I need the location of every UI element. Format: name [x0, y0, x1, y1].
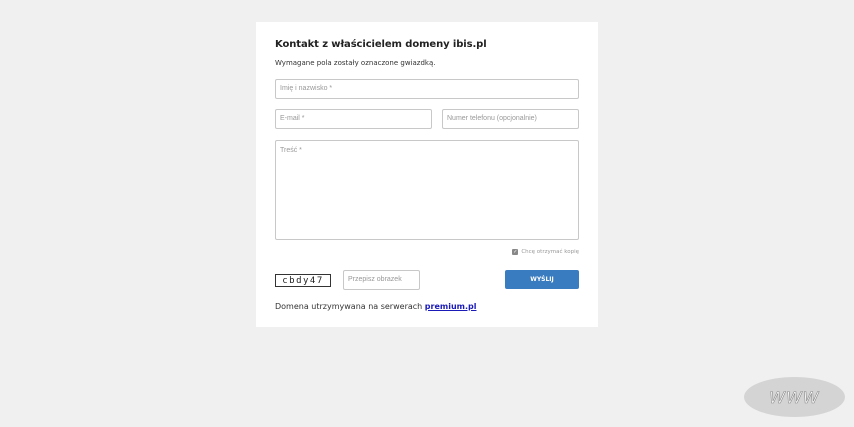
footer-note: Domena utrzymywana na serwerach premium.…	[275, 302, 477, 311]
captcha-input[interactable]: Przepisz obrazek	[343, 270, 420, 290]
name-input[interactable]: Imię i nazwisko *	[275, 79, 579, 99]
copy-checkbox-label: Chcę otrzymać kopię	[521, 249, 579, 255]
email-placeholder: E-mail *	[280, 115, 305, 122]
form-subtitle: Wymagane pola zostały oznaczone gwiazdką…	[275, 59, 436, 67]
name-placeholder: Imię i nazwisko *	[280, 85, 333, 92]
footer-text: Domena utrzymywana na serwerach	[275, 302, 423, 311]
copy-checkbox[interactable]: ✓	[512, 249, 519, 255]
contact-form-card: Kontakt z właścicielem domeny ibis.pl Wy…	[256, 22, 598, 327]
email-input[interactable]: E-mail *	[275, 109, 432, 129]
phone-placeholder: Numer telefonu (opcjonalnie)	[447, 115, 537, 122]
captcha-image: cbdy47	[275, 274, 331, 287]
copy-checkbox-row[interactable]: ✓ Chcę otrzymać kopię	[506, 247, 579, 257]
message-textarea[interactable]: Treść *	[275, 140, 579, 240]
phone-input[interactable]: Numer telefonu (opcjonalnie)	[442, 109, 579, 129]
premium-link[interactable]: premium.pl	[425, 302, 477, 311]
www-badge: WWW	[744, 377, 845, 417]
captcha-text: cbdy47	[282, 275, 324, 286]
form-title: Kontakt z właścicielem domeny ibis.pl	[275, 39, 487, 50]
www-badge-text: WWW	[769, 387, 820, 407]
message-placeholder: Treść *	[280, 147, 302, 154]
captcha-input-placeholder: Przepisz obrazek	[348, 276, 402, 283]
send-button[interactable]: WYŚLIJ	[505, 270, 579, 289]
